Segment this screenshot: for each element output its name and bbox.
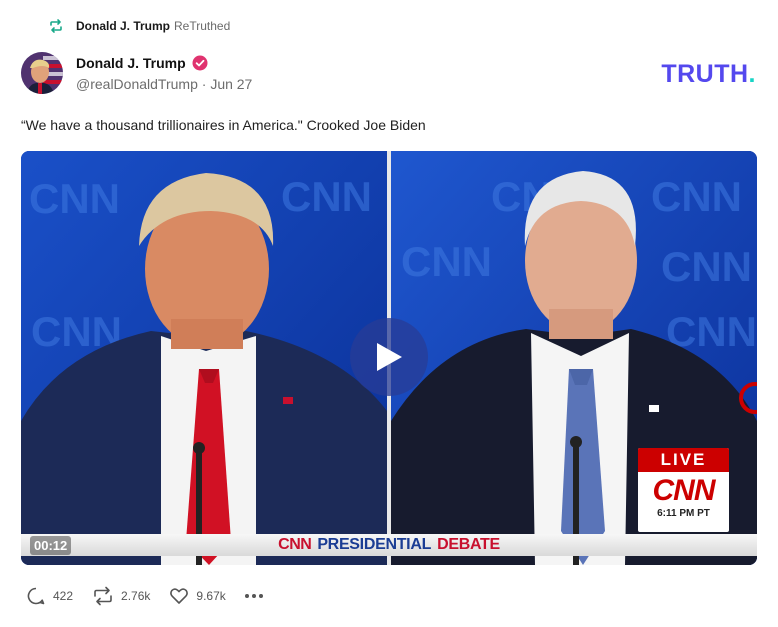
like-count: 9.67k	[196, 589, 226, 603]
verified-badge-icon	[192, 55, 208, 71]
more-icon[interactable]	[244, 594, 263, 598]
retruth-icon	[94, 586, 112, 606]
truth-logo-dot: .	[748, 60, 756, 88]
retruth-verb: ReTruthed	[174, 19, 231, 33]
retruth-icon	[48, 18, 64, 34]
truth-logo: TRUTH.	[661, 60, 756, 89]
video-timecode: 00:12	[30, 536, 72, 555]
retruth-button[interactable]: 2.76k	[92, 586, 150, 606]
live-network: CNN	[652, 474, 716, 507]
bg-logo: CNN	[29, 175, 120, 222]
retruth-user[interactable]: Donald J. Trump	[76, 19, 170, 33]
live-time: 6:11 PM PT	[657, 508, 710, 519]
reply-count: 422	[53, 589, 74, 603]
bg-logo: CNN	[661, 243, 752, 290]
play-button[interactable]	[350, 318, 428, 396]
retruth-count: 2.76k	[121, 589, 151, 603]
chyron-bar: CNN PRESIDENTIAL DEBATE	[21, 534, 757, 556]
like-button[interactable]: 9.67k	[169, 586, 226, 606]
reply-button[interactable]: 422	[26, 586, 73, 606]
separator: ·	[201, 75, 207, 92]
post-header: Donald J. Trump @realDonaldTrump · Jun 2…	[21, 52, 252, 94]
play-icon	[377, 343, 402, 371]
post-date[interactable]: Jun 27	[210, 76, 252, 92]
reply-icon	[27, 587, 45, 605]
live-bug: LIVE CNN 6:11 PM PT	[638, 448, 729, 532]
heart-icon	[170, 588, 189, 604]
bg-logo: CNN	[401, 238, 492, 285]
action-bar: 422 2.76k 9.67k	[26, 586, 263, 606]
bg-logo: CNN	[651, 173, 742, 220]
live-label: LIVE	[638, 448, 729, 472]
chyron-title-1: PRESIDENTIAL	[317, 536, 432, 553]
post-text: “We have a thousand trillionaires in Ame…	[21, 117, 426, 133]
name-block: Donald J. Trump @realDonaldTrump · Jun 2…	[76, 55, 252, 92]
handle[interactable]: @realDonaldTrump	[76, 76, 198, 92]
chyron-title-2: DEBATE	[437, 536, 500, 553]
truth-logo-text: TRUTH	[661, 60, 749, 88]
avatar[interactable]	[21, 52, 63, 94]
retruth-banner: Donald J. Trump ReTruthed	[48, 18, 230, 34]
handle-row: @realDonaldTrump · Jun 27	[76, 76, 252, 92]
chyron-network: CNN	[278, 536, 312, 553]
display-name[interactable]: Donald J. Trump	[76, 55, 186, 71]
video-player[interactable]: CNN CNN CNN CNN CNN CNN CNN CNN CNN	[21, 151, 757, 565]
bg-logo: CNN	[281, 173, 372, 220]
